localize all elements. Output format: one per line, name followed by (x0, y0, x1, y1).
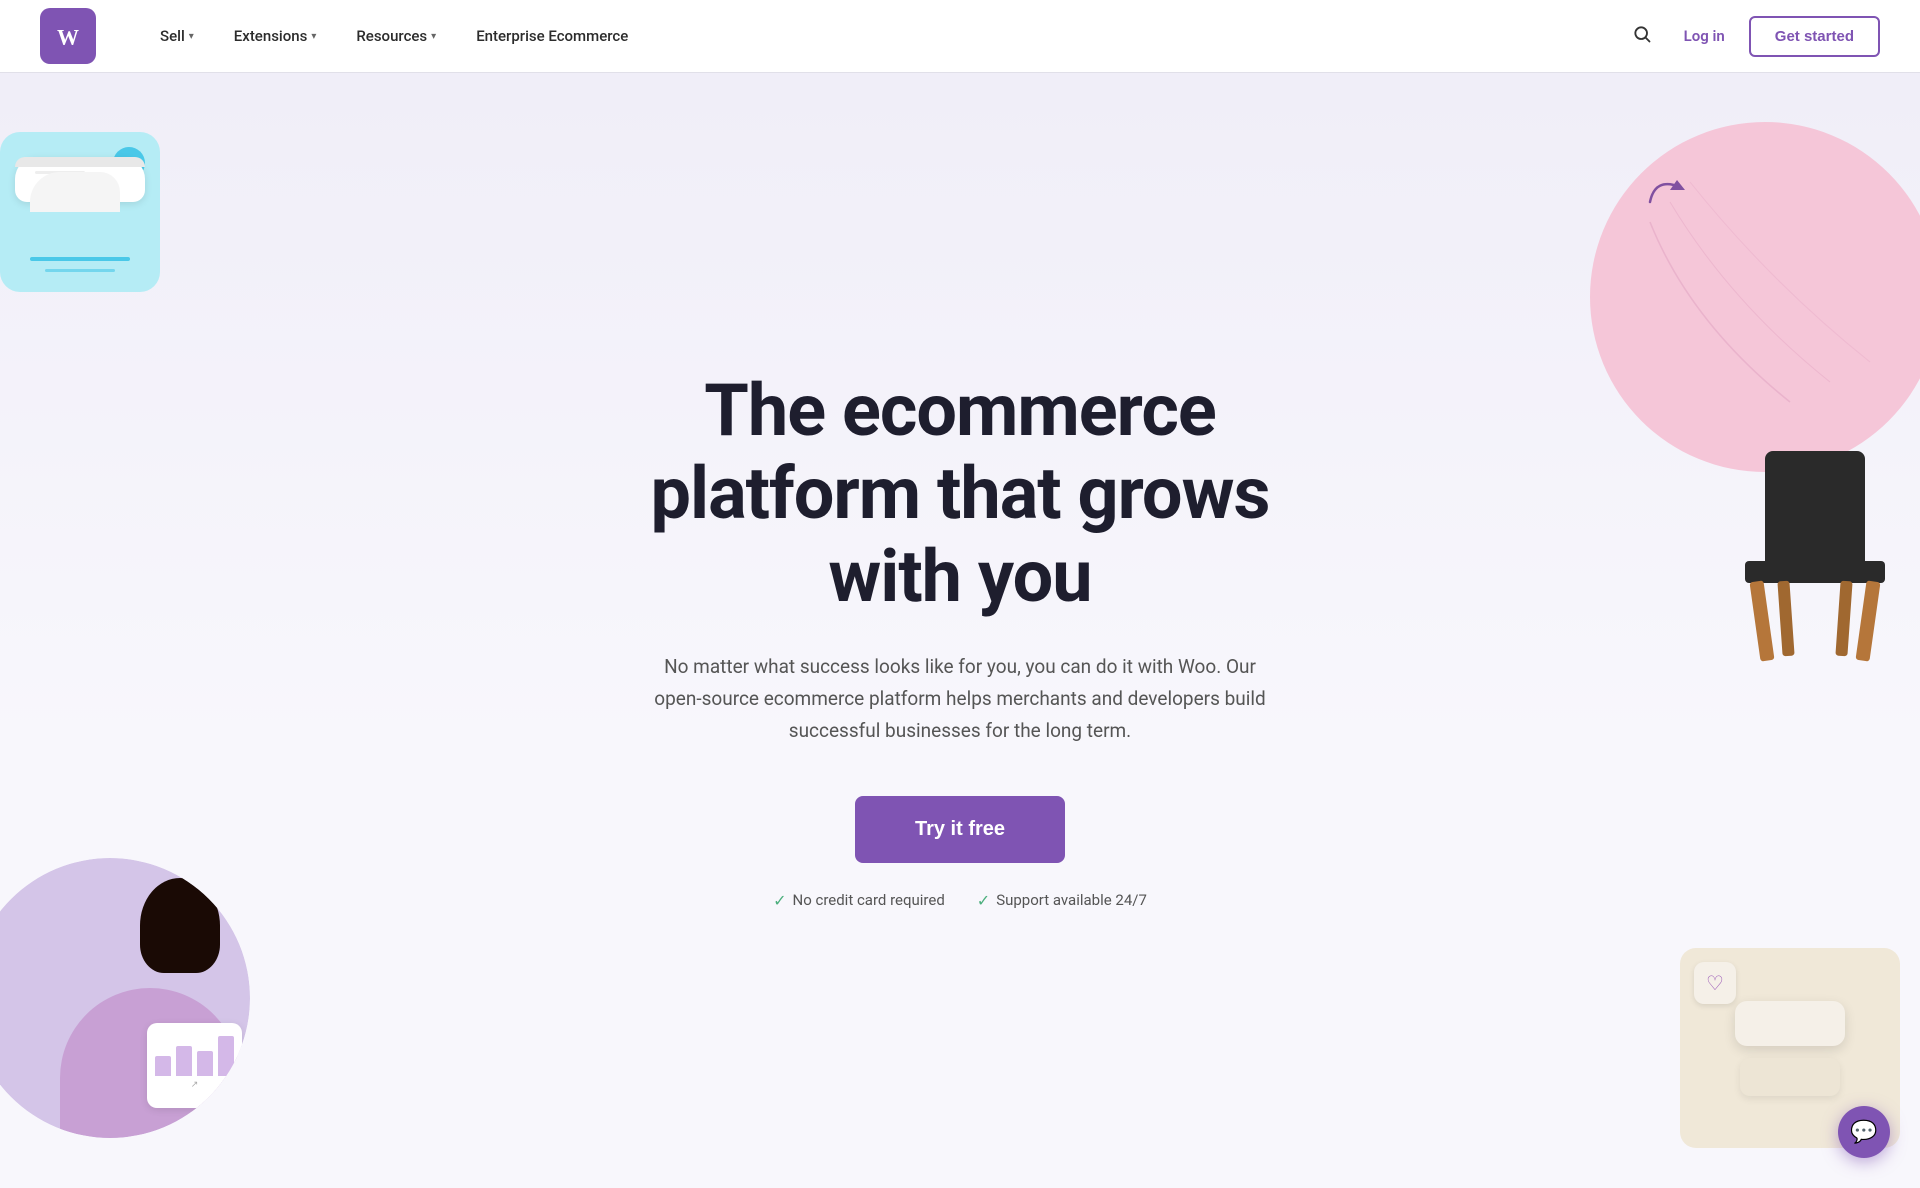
logo[interactable]: W (40, 8, 96, 64)
no-credit-card-label: No credit card required (793, 891, 945, 909)
extensions-chevron-icon: ▾ (311, 31, 316, 42)
svg-text:W: W (57, 24, 79, 49)
chat-icon: 💬 (1850, 1120, 1877, 1145)
hero-content: The ecommerce platform that grows with y… (610, 370, 1310, 909)
arrow-decoration (1645, 172, 1690, 211)
hero-badges: ✓ No credit card required ✓ Support avai… (610, 891, 1310, 910)
nav-sell[interactable]: Sell ▾ (144, 19, 210, 53)
get-started-button[interactable]: Get started (1749, 16, 1880, 57)
resources-chevron-icon: ▾ (431, 31, 436, 42)
heart-icon: ♡ (1706, 971, 1724, 995)
nav-links: Sell ▾ Extensions ▾ Resources ▾ Enterpri… (144, 19, 1624, 53)
nav-extensions[interactable]: Extensions ▾ (218, 19, 333, 53)
hero-title: The ecommerce platform that grows with y… (610, 370, 1310, 618)
chair-illustration (1730, 451, 1900, 452)
support-badge: ✓ Support available 24/7 (977, 891, 1147, 910)
hero-subtitle: No matter what success looks like for yo… (650, 651, 1270, 748)
search-button[interactable] (1624, 16, 1660, 57)
login-link[interactable]: Log in (1684, 27, 1725, 45)
chair-decoration (1590, 122, 1920, 472)
no-credit-card-badge: ✓ No credit card required (773, 891, 945, 910)
support-label: Support available 24/7 (996, 891, 1147, 909)
main-nav: W Sell ▾ Extensions ▾ Resources ▾ Enterp… (0, 0, 1920, 72)
nav-right: Log in Get started (1624, 16, 1880, 57)
sell-chevron-icon: ▾ (189, 31, 194, 42)
card-line-1 (30, 257, 130, 261)
try-it-free-button[interactable]: Try it free (855, 796, 1065, 863)
product-card-decoration: + (0, 132, 160, 292)
nav-enterprise[interactable]: Enterprise Ecommerce (460, 19, 644, 53)
card-line-2 (45, 269, 115, 272)
hero-section: + (0, 72, 1920, 1188)
check-icon-1: ✓ (773, 891, 786, 910)
nav-resources[interactable]: Resources ▾ (340, 19, 452, 53)
person-circle-decoration: ↗ (0, 858, 250, 1138)
chat-bubble-button[interactable]: 💬 (1838, 1106, 1890, 1158)
check-icon-2: ✓ (977, 891, 990, 910)
